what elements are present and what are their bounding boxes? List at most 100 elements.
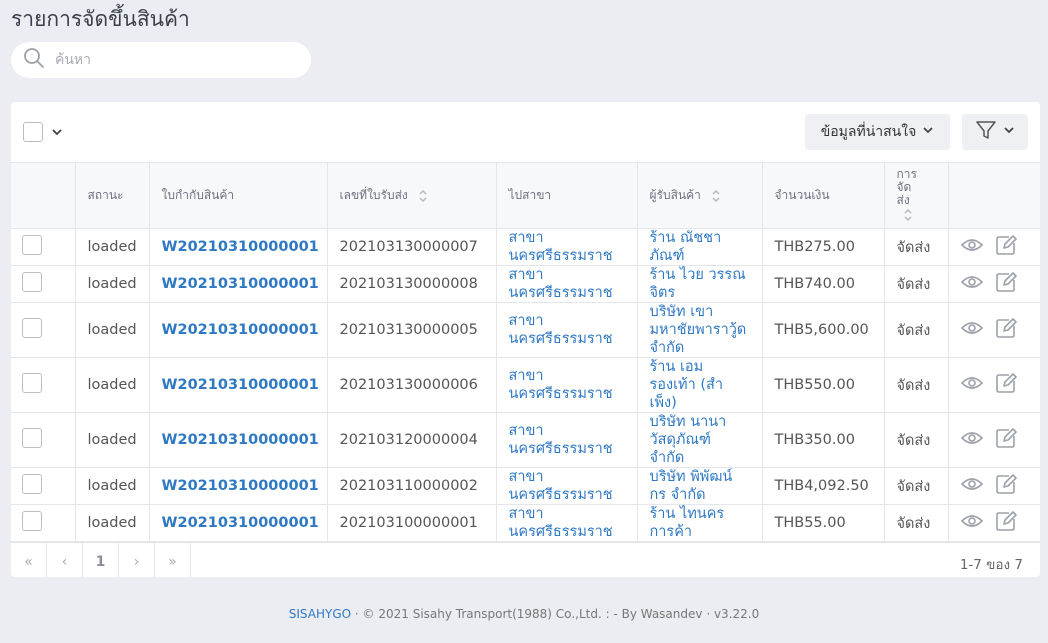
waybill-link[interactable]: W20210310000001 [148, 265, 328, 303]
waybill-link[interactable]: W20210310000001 [148, 357, 328, 413]
row-checkbox[interactable] [22, 373, 42, 393]
search-input[interactable] [55, 52, 285, 68]
header-delivery-line: ส่ง [896, 193, 910, 207]
delivery-cell: จัดส่ง [883, 228, 949, 266]
edit-icon[interactable] [995, 372, 1017, 398]
receiver-link[interactable]: บริษัท เขา มหาชัยพาราวู้ด จำกัด [636, 302, 763, 358]
actions-cell [947, 228, 1040, 266]
select-all-dropdown[interactable] [23, 122, 63, 142]
sort-icon[interactable] [418, 188, 428, 204]
sort-icon[interactable] [711, 188, 721, 204]
header-status: สถานะ [74, 162, 150, 229]
status-cell: loaded [74, 357, 150, 413]
row-checkbox[interactable] [22, 474, 42, 494]
info-dropdown-button[interactable]: ข้อมูลที่น่าสนใจ [805, 114, 950, 150]
select-all-checkbox[interactable] [23, 122, 43, 142]
branch-link[interactable]: สาขา นครศรีธรรมราช [495, 504, 638, 542]
prev-page-button[interactable]: ‹ [47, 543, 83, 577]
page-1-button[interactable]: 1 [83, 543, 119, 577]
row-select-cell [11, 412, 76, 468]
edit-icon[interactable] [995, 317, 1017, 343]
row-checkbox[interactable] [22, 235, 42, 255]
header-receipt-no[interactable]: เลขที่ใบรับส่ง [326, 162, 497, 229]
row-checkbox[interactable] [22, 511, 42, 531]
branch-link[interactable]: สาขา นครศรีธรรมราช [495, 265, 638, 303]
amount-cell: THB275.00 [761, 228, 885, 266]
actions-cell [947, 412, 1040, 468]
edit-icon[interactable] [995, 271, 1017, 297]
header-receiver-label: ผู้รับสินค้า [649, 188, 701, 202]
table-row: loaded W20210310000001 202103100000001 ส… [11, 504, 1040, 542]
table-row: loaded W20210310000001 202103130000008 ส… [11, 265, 1040, 303]
header-receiver[interactable]: ผู้รับสินค้า [636, 162, 763, 229]
amount-cell: THB5,600.00 [761, 302, 885, 358]
branch-link[interactable]: สาขา นครศรีธรรมราช [495, 357, 638, 413]
edit-icon[interactable] [995, 510, 1017, 536]
filter-button[interactable] [962, 114, 1028, 150]
branch-link[interactable]: สาขา นครศรีธรรมราช [495, 228, 638, 266]
receipt-no-cell: 202103120000004 [326, 412, 497, 468]
table-row: loaded W20210310000001 202103130000007 ส… [11, 228, 1040, 266]
table-row: loaded W20210310000001 202103130000006 ส… [11, 357, 1040, 413]
header-delivery[interactable]: การ จัด ส่ง [883, 162, 949, 229]
row-checkbox[interactable] [22, 272, 42, 292]
receipt-no-cell: 202103110000002 [326, 467, 497, 505]
search-box[interactable] [11, 42, 311, 78]
waybill-link[interactable]: W20210310000001 [148, 412, 328, 468]
first-page-button[interactable]: « [11, 543, 47, 577]
chevron-down-icon [922, 124, 934, 140]
view-icon[interactable] [960, 274, 983, 294]
branch-link[interactable]: สาขา นครศรีธรรมราช [495, 412, 638, 468]
amount-cell: THB550.00 [761, 357, 885, 413]
row-select-cell [11, 504, 76, 542]
actions-cell [947, 357, 1040, 413]
row-checkbox[interactable] [22, 428, 42, 448]
header-delivery-line: จัด [896, 180, 912, 194]
branch-link[interactable]: สาขา นครศรีธรรมราช [495, 302, 638, 358]
waybill-link[interactable]: W20210310000001 [148, 467, 328, 505]
edit-icon[interactable] [995, 473, 1017, 499]
status-cell: loaded [74, 265, 150, 303]
receiver-link[interactable]: ร้าน ไทนคร การค้า [636, 504, 763, 542]
header-waybill: ใบกำกับสินค้า [148, 162, 328, 229]
view-icon[interactable] [960, 430, 983, 450]
footer-separator: · [351, 607, 363, 621]
receiver-link[interactable]: บริษัท พิพัฒน์ กร จำกัด [636, 467, 763, 505]
actions-cell [947, 504, 1040, 542]
waybill-link[interactable]: W20210310000001 [148, 504, 328, 542]
chevron-down-icon[interactable] [51, 123, 63, 142]
footer-brand-link[interactable]: SISAHYGO [289, 607, 351, 621]
view-icon[interactable] [960, 237, 983, 257]
chevron-down-icon [1003, 124, 1015, 140]
filter-icon [975, 119, 997, 145]
table-row: loaded W20210310000001 202103110000002 ส… [11, 467, 1040, 505]
receiver-link[interactable]: ร้าน ณัชชา ภัณฑ์ [636, 228, 763, 266]
branch-link[interactable]: สาขา นครศรีธรรมราช [495, 467, 638, 505]
row-select-cell [11, 228, 76, 266]
view-icon[interactable] [960, 476, 983, 496]
last-page-button[interactable]: » [155, 543, 191, 577]
next-page-button[interactable]: › [119, 543, 155, 577]
receiver-link[interactable]: บริษัท นานา วัสดุภัณฑ์ จำกัด [636, 412, 763, 468]
header-receipt-no-label: เลขที่ใบรับส่ง [339, 188, 408, 202]
receiver-link[interactable]: ร้าน เอม รองเท้า (สำ เพ็ง) [636, 357, 763, 413]
footer-separator: · [702, 607, 714, 621]
edit-icon[interactable] [995, 234, 1017, 260]
info-dropdown-label: ข้อมูลที่น่าสนใจ [820, 124, 917, 140]
table-row: loaded W20210310000001 202103120000004 ส… [11, 412, 1040, 468]
waybill-link[interactable]: W20210310000001 [148, 228, 328, 266]
view-icon[interactable] [960, 513, 983, 533]
row-checkbox[interactable] [22, 318, 42, 338]
status-cell: loaded [74, 467, 150, 505]
view-icon[interactable] [960, 320, 983, 340]
header-actions [947, 162, 1040, 229]
footer-version: v3.22.0 [713, 607, 760, 621]
actions-cell [947, 467, 1040, 505]
header-delivery-label: การ จัด ส่ง [897, 168, 917, 207]
waybill-link[interactable]: W20210310000001 [148, 302, 328, 358]
view-icon[interactable] [960, 375, 983, 395]
delivery-cell: จัดส่ง [883, 357, 949, 413]
edit-icon[interactable] [995, 427, 1017, 453]
sort-icon[interactable] [903, 207, 913, 223]
receiver-link[interactable]: ร้าน ไวย วรรณจิตร [636, 265, 763, 303]
